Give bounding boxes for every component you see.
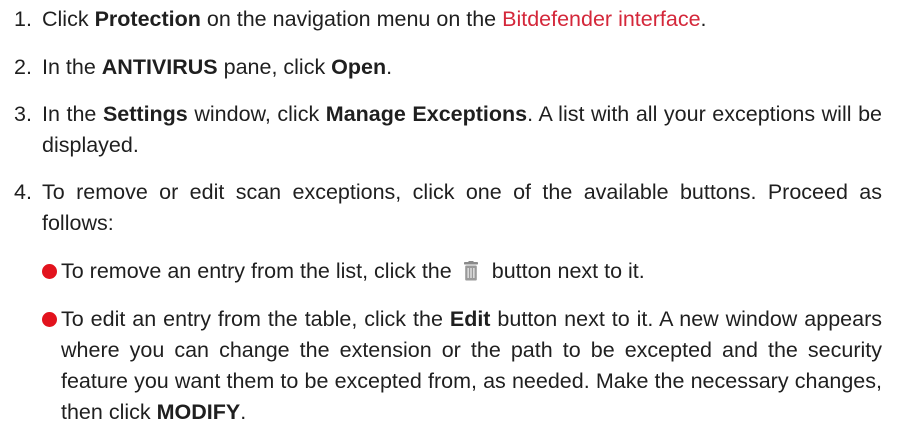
step-number: 2.: [14, 55, 32, 79]
modify-term: MODIFY: [156, 400, 241, 424]
bullet-remove-entry: To remove an entry from the list, click …: [42, 256, 882, 290]
open-term: Open: [331, 55, 387, 79]
manage-exceptions-term: Manage Exceptions: [325, 102, 528, 126]
step-number: 3.: [14, 102, 32, 126]
bullet-edit-entry: To edit an entry from the table, click t…: [42, 304, 882, 428]
step-3: 3. In the Settings window, click Manage …: [14, 99, 882, 161]
protection-term: Protection: [94, 7, 201, 31]
antivirus-term: ANTIVIRUS: [101, 55, 218, 79]
step-4: 4. To remove or edit scan exceptions, cl…: [14, 177, 882, 239]
step-number: 4.: [14, 180, 32, 204]
edit-term: Edit: [449, 307, 491, 331]
step-number: 1.: [14, 7, 32, 31]
bitdefender-interface-link[interactable]: Bitdefender interface: [502, 7, 700, 31]
settings-term: Settings: [102, 102, 188, 126]
step-1: 1. Click Protection on the navigation me…: [14, 4, 882, 35]
step-2: 2. In the ANTIVIRUS pane, click Open.: [14, 52, 882, 83]
trash-icon: [463, 259, 478, 290]
bullet-dot: [42, 264, 57, 279]
bullet-dot: [42, 312, 57, 327]
